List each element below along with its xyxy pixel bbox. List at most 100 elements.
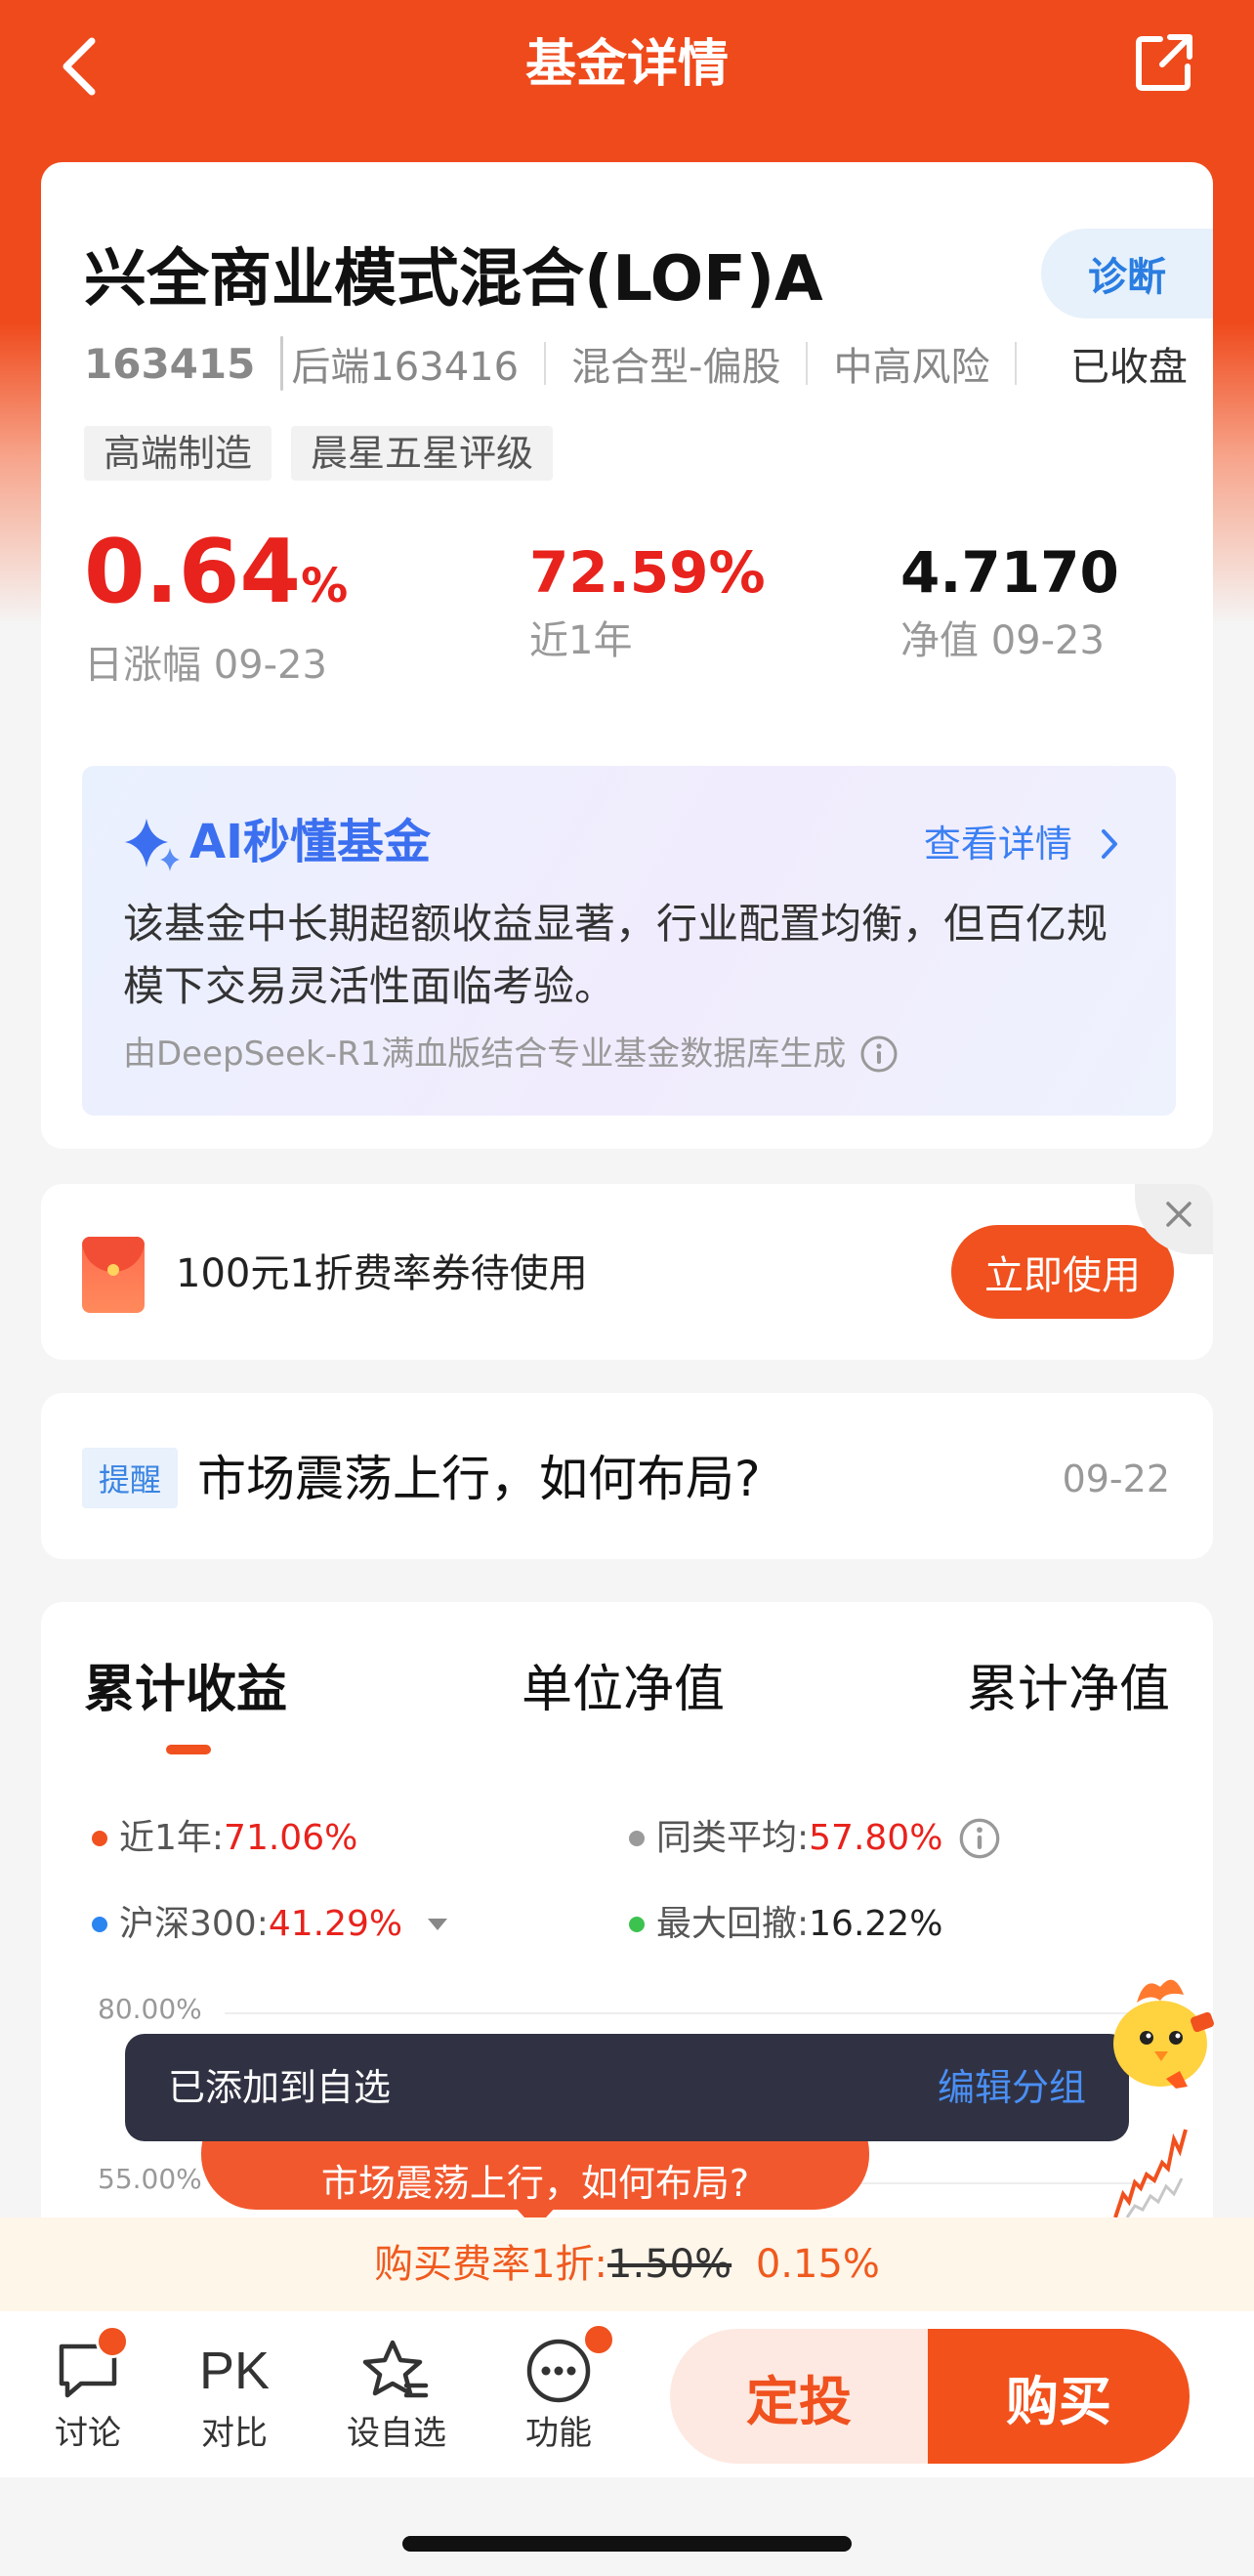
risk-level: 中高风险 — [833, 345, 990, 390]
fund-card: 兴全商业模式混合(LOF)A 诊断 163415 后端163416 混合型-偏股… — [41, 162, 1213, 1149]
toast: 已添加到自选 编辑分组 — [125, 2034, 1129, 2141]
page-title: 基金详情 — [524, 35, 729, 94]
close-icon — [1166, 1202, 1191, 1227]
add-watchlist-button[interactable]: 设自选 — [338, 2333, 455, 2458]
sparkle-icon — [125, 819, 180, 871]
ai-source: 由DeepSeek-R1满血版结合专业基金数据库生成 — [123, 1030, 899, 1078]
tab-cumulative-return[interactable]: 累计收益 — [84, 1651, 287, 1729]
nav-label: 净值 09-23 — [900, 618, 1105, 663]
legend-hs300[interactable]: 沪深300: 41.29% — [92, 1897, 449, 1952]
buy-button[interactable]: 购买 — [928, 2329, 1190, 2464]
fund-type: 混合型-偏股 — [571, 345, 781, 390]
legend-dot — [629, 1917, 645, 1932]
y-axis-label: 55.00% — [98, 2163, 202, 2195]
star-list-icon — [362, 2340, 429, 2398]
reminder-badge: 提醒 — [82, 1448, 178, 1508]
backend-code: 后端163416 — [291, 345, 520, 390]
fee-old-rate: 1.50% — [607, 2242, 732, 2287]
daily-change-stat: 0.64% 日涨幅 09-23 — [84, 524, 348, 693]
notification-dot — [582, 2323, 615, 2356]
legend-peer-avg: 同类平均: 57.80% — [629, 1811, 1001, 1866]
use-coupon-button[interactable]: 立即使用 — [951, 1225, 1174, 1319]
year-return-stat: 72.59% 近1年 — [529, 524, 766, 668]
fee-label: 购买费率1折: — [374, 2242, 608, 2287]
nav-stat: 4.7170 净值 09-23 — [900, 524, 1119, 668]
chevron-right-icon — [1102, 829, 1117, 859]
active-tab-indicator — [166, 1745, 211, 1754]
nav-value: 4.7170 — [900, 539, 1119, 606]
info-icon[interactable] — [958, 1817, 1001, 1860]
ai-summary-box[interactable]: AI秒懂基金 查看详情 该基金中长期超额收益显著，行业配置均衡，但百亿规模下交易… — [82, 766, 1176, 1116]
divider — [806, 342, 809, 385]
discuss-label: 讨论 — [55, 2414, 121, 2453]
divider — [544, 342, 547, 385]
coupon-card: 100元1折费率券待使用 立即使用 — [41, 1184, 1213, 1360]
pk-icon: PK — [198, 2342, 271, 2400]
legend-max-drawdown-value: 16.22% — [809, 1904, 943, 1944]
reminder-bubble-text: 市场震荡上行，如何布局? — [320, 2161, 750, 2205]
daily-change-label: 日涨幅 09-23 — [84, 643, 327, 688]
more-label: 功能 — [525, 2414, 592, 2453]
legend-dot — [92, 1917, 107, 1932]
auto-invest-button[interactable]: 定投 — [670, 2329, 928, 2464]
caret-down-icon — [428, 1919, 448, 1930]
divider — [1015, 342, 1018, 385]
info-icon[interactable] — [859, 1035, 899, 1074]
watchlist-label: 设自选 — [347, 2414, 446, 2453]
fee-bar: 购买费率1折:1.50% 0.15% — [0, 2217, 1254, 2311]
ai-source-text: 由DeepSeek-R1满血版结合专业基金数据库生成 — [123, 1035, 847, 1074]
home-indicator-area — [0, 2477, 1254, 2576]
legend-hs300-value: 41.29% — [268, 1904, 403, 1944]
reminder-date: 09-22 — [1062, 1457, 1170, 1500]
fund-tags: 高端制造 晨星五星评级 — [84, 426, 554, 481]
more-dots-icon — [526, 2339, 591, 2403]
market-status: 已收盘 — [1070, 345, 1188, 390]
legend-near-year-value: 71.06% — [224, 1818, 358, 1858]
coupon-text: 100元1折费率券待使用 — [176, 1251, 588, 1296]
compare-label: 对比 — [201, 2414, 268, 2453]
discuss-button[interactable]: 讨论 — [29, 2325, 146, 2458]
fund-tag[interactable]: 高端制造 — [84, 426, 272, 481]
bottom-action-bar: 讨论 PK 对比 设自选 功能 定投 购买 — [0, 2311, 1254, 2477]
legend-near-year: 近1年: 71.06% — [92, 1811, 357, 1866]
legend-peer-avg-value: 57.80% — [809, 1818, 943, 1858]
divider — [280, 336, 284, 391]
ai-summary-text: 该基金中长期超额收益显著，行业配置均衡，但百亿规模下交易灵活性面临考验。 — [123, 900, 1108, 1010]
fund-code: 163415 — [84, 339, 256, 388]
ai-more-link[interactable]: 查看详情 — [924, 815, 1121, 873]
year-return-label: 近1年 — [529, 618, 633, 663]
diagnose-button[interactable]: 诊断 — [1041, 229, 1213, 318]
more-functions-button[interactable]: 功能 — [500, 2323, 617, 2458]
mascot-chick-icon[interactable] — [1098, 1965, 1215, 2092]
legend-hs300-label: 沪深300: — [119, 1904, 269, 1944]
home-indicator[interactable] — [402, 2536, 852, 2552]
ai-section: AI秒懂基金 查看详情 该基金中长期超额收益显著，行业配置均衡，但百亿规模下交易… — [41, 748, 1213, 1149]
fund-meta-row: 163415 后端163416 混合型-偏股 中高风险 已收盘 — [84, 334, 1188, 393]
fund-tag[interactable]: 晨星五星评级 — [291, 426, 554, 481]
reminder-card[interactable]: 提醒 市场震荡上行，如何布局? 09-22 — [41, 1393, 1213, 1559]
ai-title: AI秒懂基金 — [189, 815, 432, 869]
edit-group-link[interactable]: 编辑分组 — [938, 2059, 1086, 2116]
legend-max-drawdown-label: 最大回撤: — [656, 1904, 810, 1944]
reminder-text: 市场震荡上行，如何布局? — [197, 1451, 761, 1507]
compare-button[interactable]: PK 对比 — [176, 2333, 293, 2458]
tab-unit-nav[interactable]: 单位净值 — [522, 1651, 725, 1729]
gridline — [225, 2012, 1152, 2014]
ai-more-label: 查看详情 — [923, 823, 1072, 866]
toast-text: 已添加到自选 — [168, 2066, 392, 2109]
chart-tabs: 累计收益 单位净值 累计净值 — [41, 1651, 1213, 1749]
legend-near-year-label: 近1年: — [119, 1818, 225, 1858]
year-return-value: 72.59% — [529, 539, 766, 606]
red-envelope-icon — [82, 1237, 145, 1313]
notification-dot — [96, 2325, 129, 2358]
share-out-icon — [1136, 34, 1192, 91]
daily-change-unit: % — [301, 559, 349, 613]
tab-cumulative-nav[interactable]: 累计净值 — [967, 1651, 1170, 1729]
legend-dot — [629, 1831, 645, 1846]
fund-name: 兴全商业模式混合(LOF)A — [84, 243, 823, 316]
y-axis-label: 80.00% — [98, 1993, 202, 2025]
legend-peer-avg-label: 同类平均: — [656, 1818, 810, 1858]
legend-dot — [92, 1831, 107, 1846]
daily-change-value: 0.64 — [84, 521, 302, 623]
share-button[interactable] — [1133, 31, 1201, 100]
